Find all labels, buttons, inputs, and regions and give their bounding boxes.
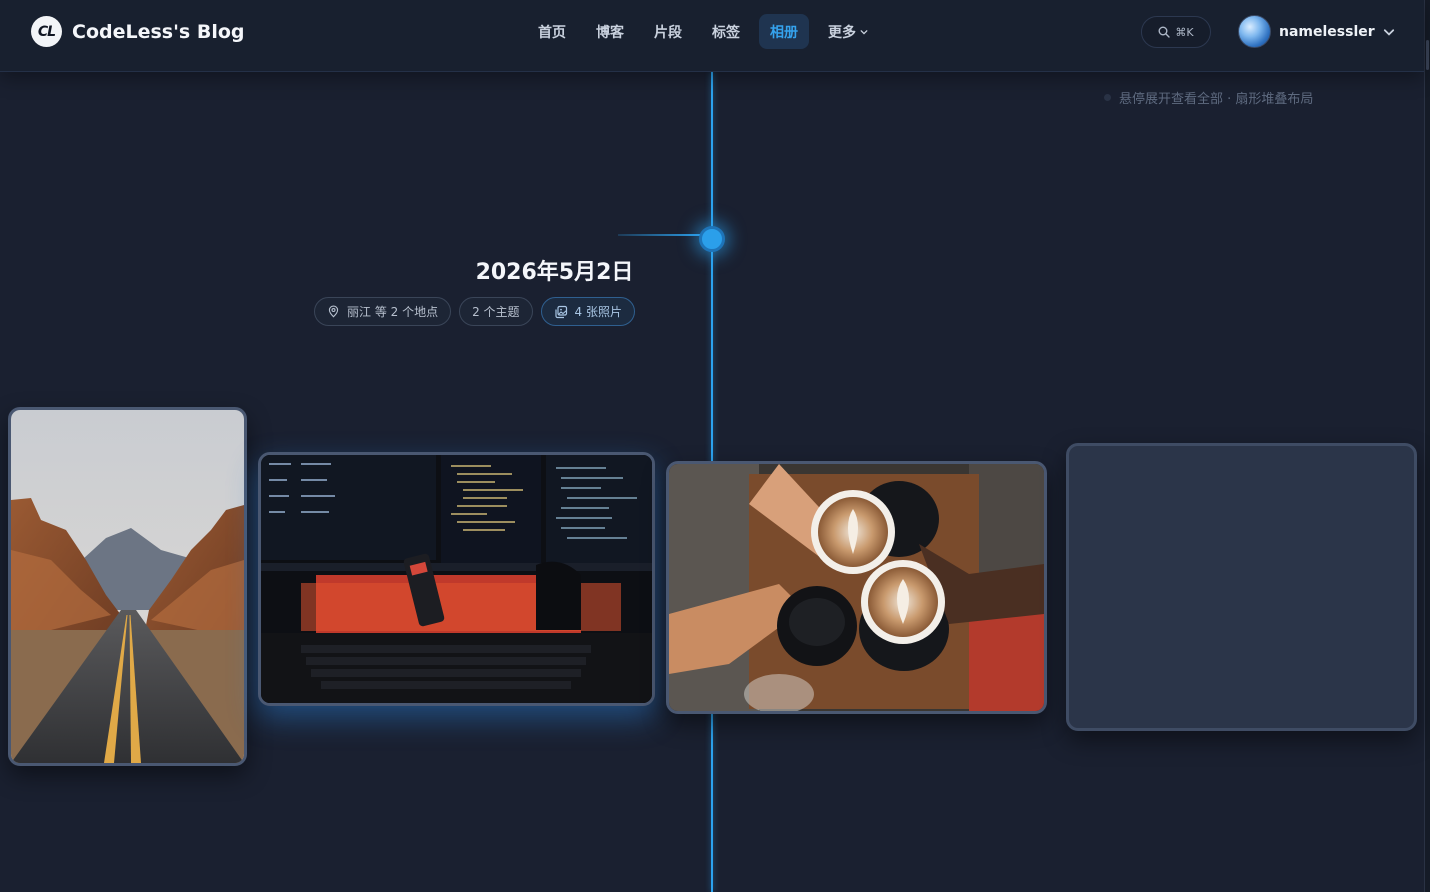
brand-name[interactable]: CodeLess's Blog bbox=[72, 21, 244, 43]
search-button[interactable]: ⌘K bbox=[1141, 16, 1211, 48]
nav-item-more[interactable]: 更多 bbox=[817, 14, 879, 49]
photos-chip-label: 4 张照片 bbox=[574, 305, 622, 319]
avatar[interactable] bbox=[1238, 15, 1271, 48]
desert-road-photo bbox=[11, 410, 244, 763]
photo-card-latte-cheers[interactable] bbox=[666, 461, 1047, 714]
album-meta: 丽江 等 2 个地点 2 个主题 4 张照片 bbox=[314, 297, 635, 326]
photo-card-placeholder[interactable] bbox=[1066, 443, 1417, 731]
timeline-connector bbox=[618, 234, 704, 236]
photo-stack-icon bbox=[554, 305, 567, 318]
album-date: 2026年5月2日 bbox=[475, 260, 634, 285]
username: namelessler bbox=[1279, 23, 1375, 40]
location-chip-label: 丽江 等 2 个地点 bbox=[347, 305, 439, 319]
scrollbar[interactable] bbox=[1424, 0, 1430, 892]
nav-item-more-label: 更多 bbox=[828, 24, 856, 41]
search-icon bbox=[1158, 26, 1171, 38]
album-page: CL CodeLess's Blog 首页 博客 片段 标签 相册 更多 ⌘K bbox=[0, 0, 1430, 892]
main-nav: 首页 博客 片段 标签 相册 更多 bbox=[527, 14, 879, 49]
location-chip[interactable]: 丽江 等 2 个地点 bbox=[314, 297, 452, 326]
photo-card-code-workstation[interactable] bbox=[258, 452, 655, 706]
nav-item-tags[interactable]: 标签 bbox=[701, 14, 751, 49]
user-menu[interactable]: namelessler bbox=[1238, 15, 1395, 48]
hint-dot bbox=[1104, 94, 1111, 101]
brand[interactable]: CL CodeLess's Blog bbox=[31, 16, 244, 47]
latte-cheers-photo bbox=[669, 464, 1044, 711]
timeline-node[interactable] bbox=[699, 226, 725, 252]
topics-chip[interactable]: 2 个主题 bbox=[459, 297, 533, 326]
location-pin-icon bbox=[328, 305, 339, 318]
chevron-down-icon bbox=[1383, 28, 1394, 36]
nav-item-blog[interactable]: 博客 bbox=[585, 14, 635, 49]
hint-text: 悬停展开查看全部 · 扇形堆叠布局 bbox=[1119, 92, 1314, 107]
nav-item-snippets[interactable]: 片段 bbox=[643, 14, 693, 49]
site-header: CL CodeLess's Blog 首页 博客 片段 标签 相册 更多 ⌘K bbox=[0, 0, 1424, 72]
chevron-down-icon bbox=[860, 29, 868, 35]
nav-item-home[interactable]: 首页 bbox=[527, 14, 577, 49]
search-shortcut: ⌘K bbox=[1175, 25, 1194, 39]
code-workstation-photo bbox=[261, 455, 652, 703]
brand-logo[interactable]: CL bbox=[31, 16, 62, 47]
layout-hint: 悬停展开查看全部 · 扇形堆叠布局 bbox=[1104, 88, 1313, 107]
scrollbar-thumb[interactable] bbox=[1426, 40, 1429, 70]
photos-chip[interactable]: 4 张照片 bbox=[540, 297, 635, 326]
photo-card-desert-road[interactable] bbox=[8, 407, 247, 766]
nav-item-album[interactable]: 相册 bbox=[759, 14, 809, 49]
topics-chip-label: 2 个主题 bbox=[472, 305, 520, 319]
